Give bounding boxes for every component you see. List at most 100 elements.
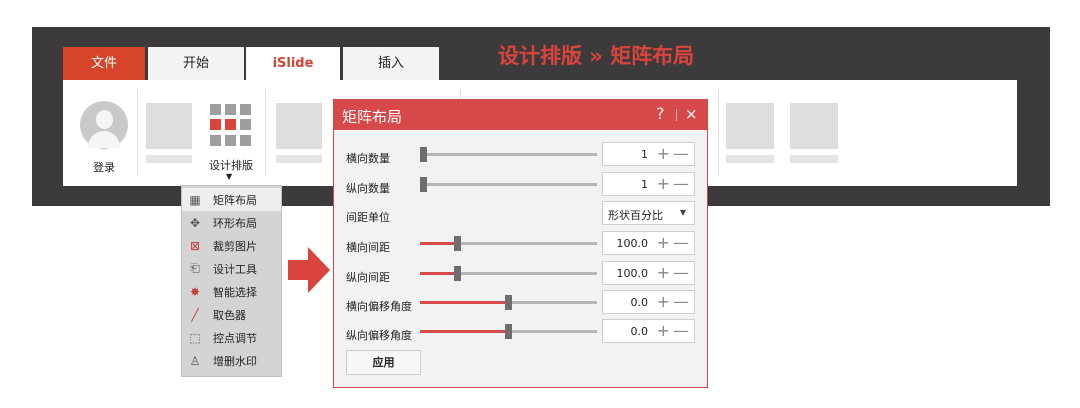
menu-item-handle-adjust[interactable]: ⬚ 控点调节 xyxy=(182,326,281,349)
menu-item-color-picker[interactable]: ╱ 取色器 xyxy=(182,303,281,326)
row-label: 纵向间距 xyxy=(346,271,390,284)
menu-item-crop[interactable]: ⊠ 裁剪图片 xyxy=(182,234,281,257)
slider-vertical-count[interactable] xyxy=(420,177,597,192)
menu-item-label: 增删水印 xyxy=(213,354,257,368)
plus-icon[interactable]: + xyxy=(657,262,670,284)
brush-icon: ⎗ xyxy=(190,261,200,275)
plus-icon[interactable]: + xyxy=(657,320,670,342)
plus-icon[interactable]: + xyxy=(657,143,670,165)
tool-placeholder-label xyxy=(726,155,774,163)
minus-icon[interactable]: — xyxy=(673,320,689,342)
help-icon[interactable]: ? xyxy=(656,104,665,123)
slider-horizontal-spacing[interactable] xyxy=(420,236,597,251)
ribbon-separator xyxy=(137,90,138,176)
arrow-right-icon xyxy=(288,247,330,293)
slider-thumb[interactable] xyxy=(420,147,427,162)
avatar-icon[interactable] xyxy=(80,101,128,149)
eyedropper-icon: ╱ xyxy=(191,307,199,322)
matrix-layout-dialog: 矩阵布局 ? × 横向数量 1 + — 纵向数量 1 + — 间距单位 形状百分… xyxy=(333,99,708,388)
menu-item-label: 环形布局 xyxy=(213,216,257,230)
tab-islide[interactable]: iSlide xyxy=(246,47,340,80)
slider-thumb[interactable] xyxy=(505,295,512,310)
tool-placeholder-label xyxy=(276,155,322,163)
crop-icon: ⊠ xyxy=(189,238,201,253)
menu-item-label: 设计工具 xyxy=(213,262,257,276)
plus-icon[interactable]: + xyxy=(657,173,670,195)
field-value: 0.0 xyxy=(630,325,649,338)
spacing-unit-label: 间距单位 xyxy=(346,211,390,224)
minus-icon[interactable]: — xyxy=(673,173,689,195)
banner-title: 设计排版 » 矩阵布局 xyxy=(498,44,695,68)
field-value: 0.0 xyxy=(630,296,649,309)
slider-vertical-spacing[interactable] xyxy=(420,266,597,281)
slider-fill xyxy=(420,242,456,245)
minus-icon[interactable]: — xyxy=(673,291,689,313)
menu-item-matrix[interactable]: ▦ 矩阵布局 xyxy=(182,188,281,211)
close-icon[interactable]: × xyxy=(685,105,698,123)
menu-item-ring[interactable]: ✥ 环形布局 xyxy=(182,211,281,234)
slider-fill xyxy=(420,272,456,275)
ribbon-separator xyxy=(718,90,719,176)
minus-icon[interactable]: — xyxy=(673,232,689,254)
horizontal-count-field[interactable]: 1 + — xyxy=(602,142,695,166)
dialog-body: 横向数量 1 + — 纵向数量 1 + — 间距单位 形状百分比 ▼ 横向间距 … xyxy=(334,130,707,387)
horizontal-offset-angle-field[interactable]: 0.0 + — xyxy=(602,290,695,314)
field-value: 1 xyxy=(641,178,648,191)
chevron-down-icon[interactable]: ▼ xyxy=(680,208,686,217)
login-label[interactable]: 登录 xyxy=(93,159,115,175)
select-value: 形状百分比 xyxy=(608,209,663,222)
tool-placeholder[interactable] xyxy=(276,103,322,149)
avatar-body xyxy=(88,131,120,148)
tool-placeholder[interactable] xyxy=(790,103,838,149)
design-layout-label[interactable]: 设计排版 xyxy=(209,157,253,173)
dialog-titlebar[interactable]: 矩阵布局 ? × xyxy=(334,100,707,130)
plus-icon[interactable]: + xyxy=(657,291,670,313)
tab-insert[interactable]: 插入 xyxy=(343,47,439,80)
row-label: 横向数量 xyxy=(346,152,390,165)
design-layout-caret-icon[interactable]: ▼ xyxy=(226,172,232,181)
plus-icon[interactable]: + xyxy=(657,232,670,254)
apply-button[interactable]: 应用 xyxy=(346,350,421,375)
slider-thumb[interactable] xyxy=(454,266,461,281)
handle-icon: ⬚ xyxy=(189,330,201,345)
titlebar-divider xyxy=(676,109,677,121)
tool-placeholder[interactable] xyxy=(146,103,192,149)
menu-item-label: 矩阵布局 xyxy=(213,193,257,207)
dialog-title: 矩阵布局 xyxy=(342,108,403,126)
slider-thumb[interactable] xyxy=(505,324,512,339)
horizontal-spacing-field[interactable]: 100.0 + — xyxy=(602,231,695,255)
menu-item-label: 裁剪图片 xyxy=(213,239,257,253)
tab-home[interactable]: 开始 xyxy=(148,47,244,80)
slider-thumb[interactable] xyxy=(454,236,461,251)
menu-item-watermark[interactable]: ♙ 增删水印 xyxy=(182,349,281,372)
field-value: 100.0 xyxy=(616,267,649,280)
menu-item-label: 智能选择 xyxy=(213,285,257,299)
spacing-unit-select[interactable]: 形状百分比 ▼ xyxy=(602,201,695,225)
vertical-count-field[interactable]: 1 + — xyxy=(602,172,695,196)
tool-placeholder-label xyxy=(146,155,192,163)
slider-horizontal-offset-angle[interactable] xyxy=(420,295,597,310)
slider-horizontal-count[interactable] xyxy=(420,147,597,162)
row-label: 纵向数量 xyxy=(346,182,390,195)
slider-fill xyxy=(420,301,507,304)
vertical-offset-angle-field[interactable]: 0.0 + — xyxy=(602,319,695,343)
tool-placeholder-label xyxy=(790,155,838,163)
menu-item-design-tools[interactable]: ⎗ 设计工具 xyxy=(182,257,281,280)
stamp-icon: ♙ xyxy=(189,353,201,368)
screenshot-stage: 文件 开始 iSlide 插入 设计排版 » 矩阵布局 登录 设计排版 ▼ ▦ … xyxy=(0,0,1080,408)
avatar-head xyxy=(96,110,113,129)
row-label: 纵向偏移角度 xyxy=(346,329,412,342)
slider-thumb[interactable] xyxy=(420,177,427,192)
design-layout-icon[interactable] xyxy=(210,104,252,146)
vertical-spacing-field[interactable]: 100.0 + — xyxy=(602,261,695,285)
tab-file[interactable]: 文件 xyxy=(63,47,145,80)
minus-icon[interactable]: — xyxy=(673,143,689,165)
ring-icon: ✥ xyxy=(189,215,201,230)
menu-item-smart-select[interactable]: ✸ 智能选择 xyxy=(182,280,281,303)
row-label: 横向偏移角度 xyxy=(346,300,412,313)
slider-fill xyxy=(420,330,507,333)
slider-vertical-offset-angle[interactable] xyxy=(420,324,597,339)
minus-icon[interactable]: — xyxy=(673,262,689,284)
design-layout-menu: ▦ 矩阵布局 ✥ 环形布局 ⊠ 裁剪图片 ⎗ 设计工具 ✸ 智能选择 ╱ 取色器… xyxy=(181,185,282,377)
tool-placeholder[interactable] xyxy=(726,103,774,149)
